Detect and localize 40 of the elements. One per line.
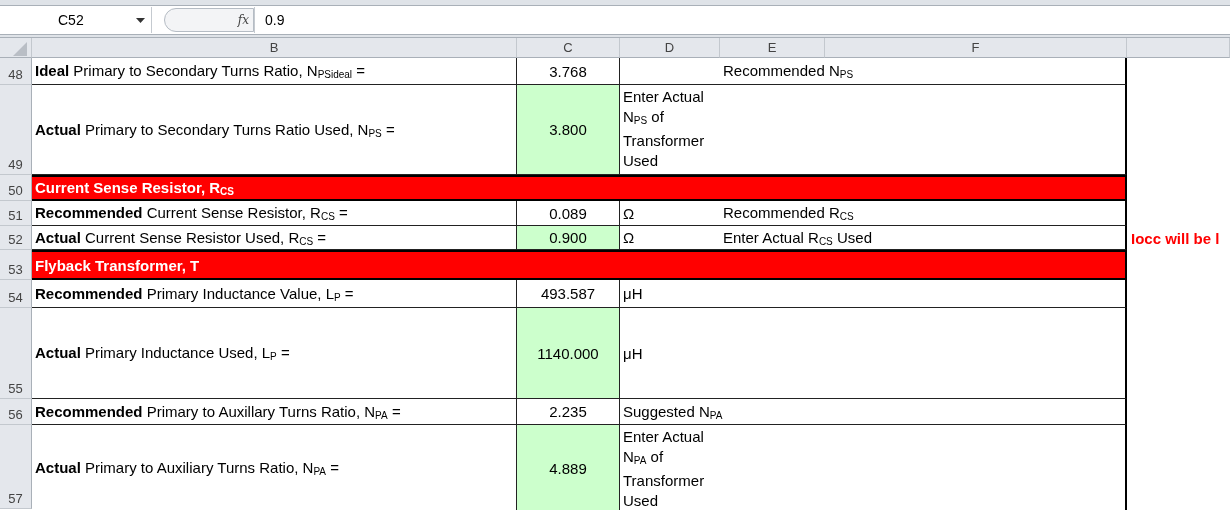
table-cell: Recommended Primary to Auxillary Turns Ratio, N$_{PA}$ =	[32, 399, 517, 425]
row-header[interactable]: 53	[0, 250, 32, 280]
row-header[interactable]: 51	[0, 201, 32, 226]
insert-function-button[interactable]: fx	[237, 13, 249, 27]
table-cell: μH	[620, 280, 1127, 308]
table-cell: 1140.000	[517, 308, 620, 399]
dropdown-caret-icon[interactable]	[136, 17, 145, 23]
table-cell: Ω	[620, 201, 720, 226]
column-header[interactable]: E	[720, 38, 825, 58]
table-cell: 3.800	[517, 85, 620, 175]
table-cell: Recommended R$_{CS}$	[720, 201, 1127, 226]
section-header: Flyback Transformer, T	[32, 250, 1127, 280]
name-box[interactable]: C52	[0, 7, 152, 33]
table-cell: Recommended Primary Inductance Value, L$_{P}$ =	[32, 280, 517, 308]
table-cell: Ideal Primary to Secondary Turns Ratio, N$_{PSideal}$ =	[32, 58, 517, 85]
row-header[interactable]: 52	[0, 226, 32, 250]
row-header[interactable]: 54	[0, 280, 32, 308]
select-all-corner[interactable]	[0, 38, 32, 58]
table-cell: 0.900	[517, 226, 620, 250]
column-header[interactable]: C	[517, 38, 620, 58]
table-cell: Enter Actual N$_{PA}$ of Transformer Used	[620, 425, 720, 510]
column-header[interactable]: B	[32, 38, 517, 58]
corner-triangle-icon	[12, 42, 27, 56]
table-cell: Recommended N$_{PS}$	[720, 58, 1127, 85]
row-header[interactable]: 55	[0, 308, 32, 399]
row-header[interactable]: 50	[0, 175, 32, 201]
row-header[interactable]: 57	[0, 425, 32, 509]
column-header[interactable]: F	[825, 38, 1127, 58]
column-header[interactable]	[1127, 38, 1230, 58]
table-cell: Suggested N$_{PA}$	[620, 399, 1127, 425]
row-header[interactable]: 48	[0, 58, 32, 85]
table-cell: Recommended Current Sense Resistor, R$_{CS}$ =	[32, 201, 517, 226]
table-cell: 4.889	[517, 425, 620, 510]
formula-field[interactable]: 0.9	[254, 7, 1230, 33]
row-header[interactable]: 49	[0, 85, 32, 175]
column-header[interactable]: D	[620, 38, 720, 58]
table-cell: μH	[620, 308, 1127, 399]
note-text: Iocc will be l	[1130, 228, 1221, 249]
row-header[interactable]: 56	[0, 399, 32, 425]
section-header: Current Sense Resistor, R$_{CS}$	[32, 175, 1127, 201]
